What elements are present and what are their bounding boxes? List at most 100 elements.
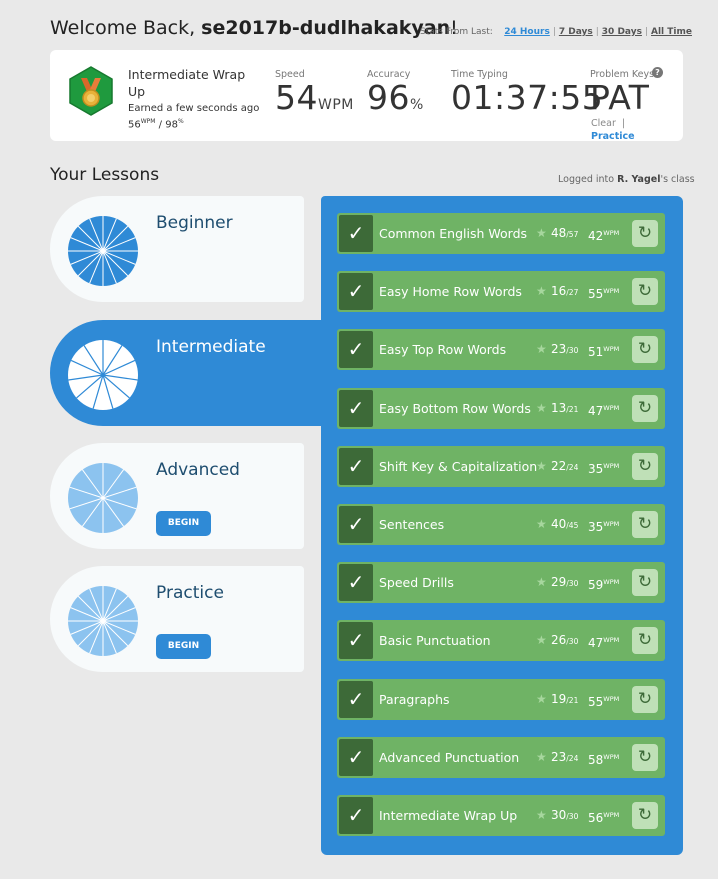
lesson-row[interactable]: ✓ Paragraphs ★ 19/21 55WPM ↻ (337, 679, 665, 720)
star-icon: ★ (536, 226, 547, 240)
lesson-wpm: 55WPM (588, 287, 620, 301)
lesson-stars: 22/24 (551, 459, 579, 473)
lesson-wpm: 35WPM (588, 462, 620, 476)
restart-icon[interactable]: ↻ (632, 802, 658, 829)
lesson-row[interactable]: ✓ Speed Drills ★ 29/30 59WPM ↻ (337, 562, 665, 603)
restart-icon[interactable]: ↻ (632, 395, 658, 422)
lesson-stars: 40/45 (551, 517, 579, 531)
lesson-stars: 13/21 (551, 401, 579, 415)
progress-pie-icon (68, 216, 138, 286)
lesson-stars: 29/30 (551, 575, 579, 589)
class-info: Logged into R. Yagel's class (558, 174, 695, 185)
restart-icon[interactable]: ↻ (632, 336, 658, 363)
checkmark-icon: ✓ (339, 506, 373, 543)
star-icon: ★ (536, 459, 547, 473)
restart-icon[interactable]: ↻ (632, 569, 658, 596)
star-icon: ★ (536, 575, 547, 589)
category-name: Practice (156, 583, 224, 603)
lesson-wpm: 55WPM (588, 695, 620, 709)
restart-icon[interactable]: ↻ (632, 511, 658, 538)
welcome-text: Welcome Back, (50, 17, 202, 39)
star-icon: ★ (536, 517, 547, 531)
category-name: Beginner (156, 213, 233, 233)
checkmark-icon: ✓ (339, 622, 373, 659)
lesson-row[interactable]: ✓ Common English Words ★ 48/57 42WPM ↻ (337, 213, 665, 254)
lesson-title: Paragraphs (379, 692, 450, 707)
star-icon: ★ (536, 692, 547, 706)
begin-button[interactable]: BEGIN (156, 511, 211, 536)
lesson-title: Easy Top Row Words (379, 342, 507, 357)
star-icon: ★ (536, 401, 547, 415)
time-typing-value: 01:37:55 (451, 78, 604, 117)
lesson-title: Basic Punctuation (379, 633, 491, 648)
lesson-wpm: 47WPM (588, 404, 620, 418)
lesson-title: Easy Bottom Row Words (379, 401, 531, 416)
lesson-title: Easy Home Row Words (379, 284, 522, 299)
achievement-title: Intermediate Wrap Up (128, 67, 246, 99)
star-icon: ★ (536, 750, 547, 764)
lesson-row[interactable]: ✓ Shift Key & Capitalization ★ 22/24 35WPM ↻ (337, 446, 665, 487)
checkmark-icon: ✓ (339, 331, 373, 368)
lesson-title: Sentences (379, 517, 445, 532)
lesson-wpm: 51WPM (588, 345, 620, 359)
lesson-row[interactable]: ✓ Advanced Punctuation ★ 23/24 58WPM ↻ (337, 737, 665, 778)
lesson-title: Shift Key & Capitalization (379, 459, 538, 474)
category-practice[interactable]: Practice BEGIN (50, 566, 304, 672)
checkmark-icon: ✓ (339, 215, 373, 252)
checkmark-icon: ✓ (339, 273, 373, 310)
range-30-days[interactable]: 30 Days (602, 27, 642, 37)
lesson-row[interactable]: ✓ Easy Top Row Words ★ 23/30 51WPM ↻ (337, 329, 665, 370)
range-24-hours[interactable]: 24 Hours (504, 27, 550, 37)
restart-icon[interactable]: ↻ (632, 453, 658, 480)
practice-link[interactable]: Practice (591, 131, 635, 142)
star-icon: ★ (536, 808, 547, 822)
checkmark-icon: ✓ (339, 739, 373, 776)
lesson-stars: 30/30 (551, 808, 579, 822)
your-lessons-heading: Your Lessons (50, 165, 160, 185)
checkmark-icon: ✓ (339, 797, 373, 834)
lesson-stars: 48/57 (551, 226, 579, 240)
star-icon: ★ (536, 633, 547, 647)
checkmark-icon: ✓ (339, 390, 373, 427)
progress-pie-icon (68, 463, 138, 533)
restart-icon[interactable]: ↻ (632, 220, 658, 247)
achievement-stats: 56WPM / 98% (128, 118, 184, 131)
problem-keys-value: PAT (590, 78, 650, 117)
lesson-row[interactable]: ✓ Easy Home Row Words ★ 16/27 55WPM ↻ (337, 271, 665, 312)
username: se2017b-dudlhakakyan (201, 17, 451, 39)
range-all-time[interactable]: All Time (651, 27, 692, 37)
category-name: Advanced (156, 460, 240, 480)
lesson-wpm: 59WPM (588, 578, 620, 592)
lesson-wpm: 35WPM (588, 520, 620, 534)
help-icon[interactable]: ? (652, 67, 663, 78)
range-7-days[interactable]: 7 Days (559, 27, 593, 37)
progress-pie-icon (68, 340, 138, 410)
clear-link[interactable]: Clear | (591, 118, 625, 129)
category-advanced[interactable]: Advanced BEGIN (50, 443, 304, 549)
lesson-wpm: 42WPM (588, 229, 620, 243)
progress-pie-icon (68, 586, 138, 656)
lesson-wpm: 47WPM (588, 636, 620, 650)
restart-icon[interactable]: ↻ (632, 686, 658, 713)
lesson-row[interactable]: ✓ Basic Punctuation ★ 26/30 47WPM ↻ (337, 620, 665, 661)
begin-button[interactable]: BEGIN (156, 634, 211, 659)
restart-icon[interactable]: ↻ (632, 278, 658, 305)
achievement-earned: Earned a few seconds ago (128, 103, 260, 114)
lesson-title: Intermediate Wrap Up (379, 808, 518, 823)
lesson-title: Advanced Punctuation (379, 750, 520, 765)
restart-icon[interactable]: ↻ (632, 744, 658, 771)
lesson-title: Common English Words (379, 226, 528, 241)
star-icon: ★ (536, 342, 547, 356)
lesson-row[interactable]: ✓ Intermediate Wrap Up ★ 30/30 56WPM ↻ (337, 795, 665, 836)
lesson-row[interactable]: ✓ Easy Bottom Row Words ★ 13/21 47WPM ↻ (337, 388, 665, 429)
lesson-row[interactable]: ✓ Sentences ★ 40/45 35WPM ↻ (337, 504, 665, 545)
checkmark-icon: ✓ (339, 448, 373, 485)
category-intermediate[interactable]: Intermediate (50, 320, 322, 426)
checkmark-icon: ✓ (339, 681, 373, 718)
lesson-wpm: 56WPM (588, 811, 620, 825)
category-beginner[interactable]: Beginner (50, 196, 304, 302)
restart-icon[interactable]: ↻ (632, 627, 658, 654)
lesson-stars: 23/30 (551, 342, 579, 356)
lesson-stars: 23/24 (551, 750, 579, 764)
lesson-title: Speed Drills (379, 575, 454, 590)
